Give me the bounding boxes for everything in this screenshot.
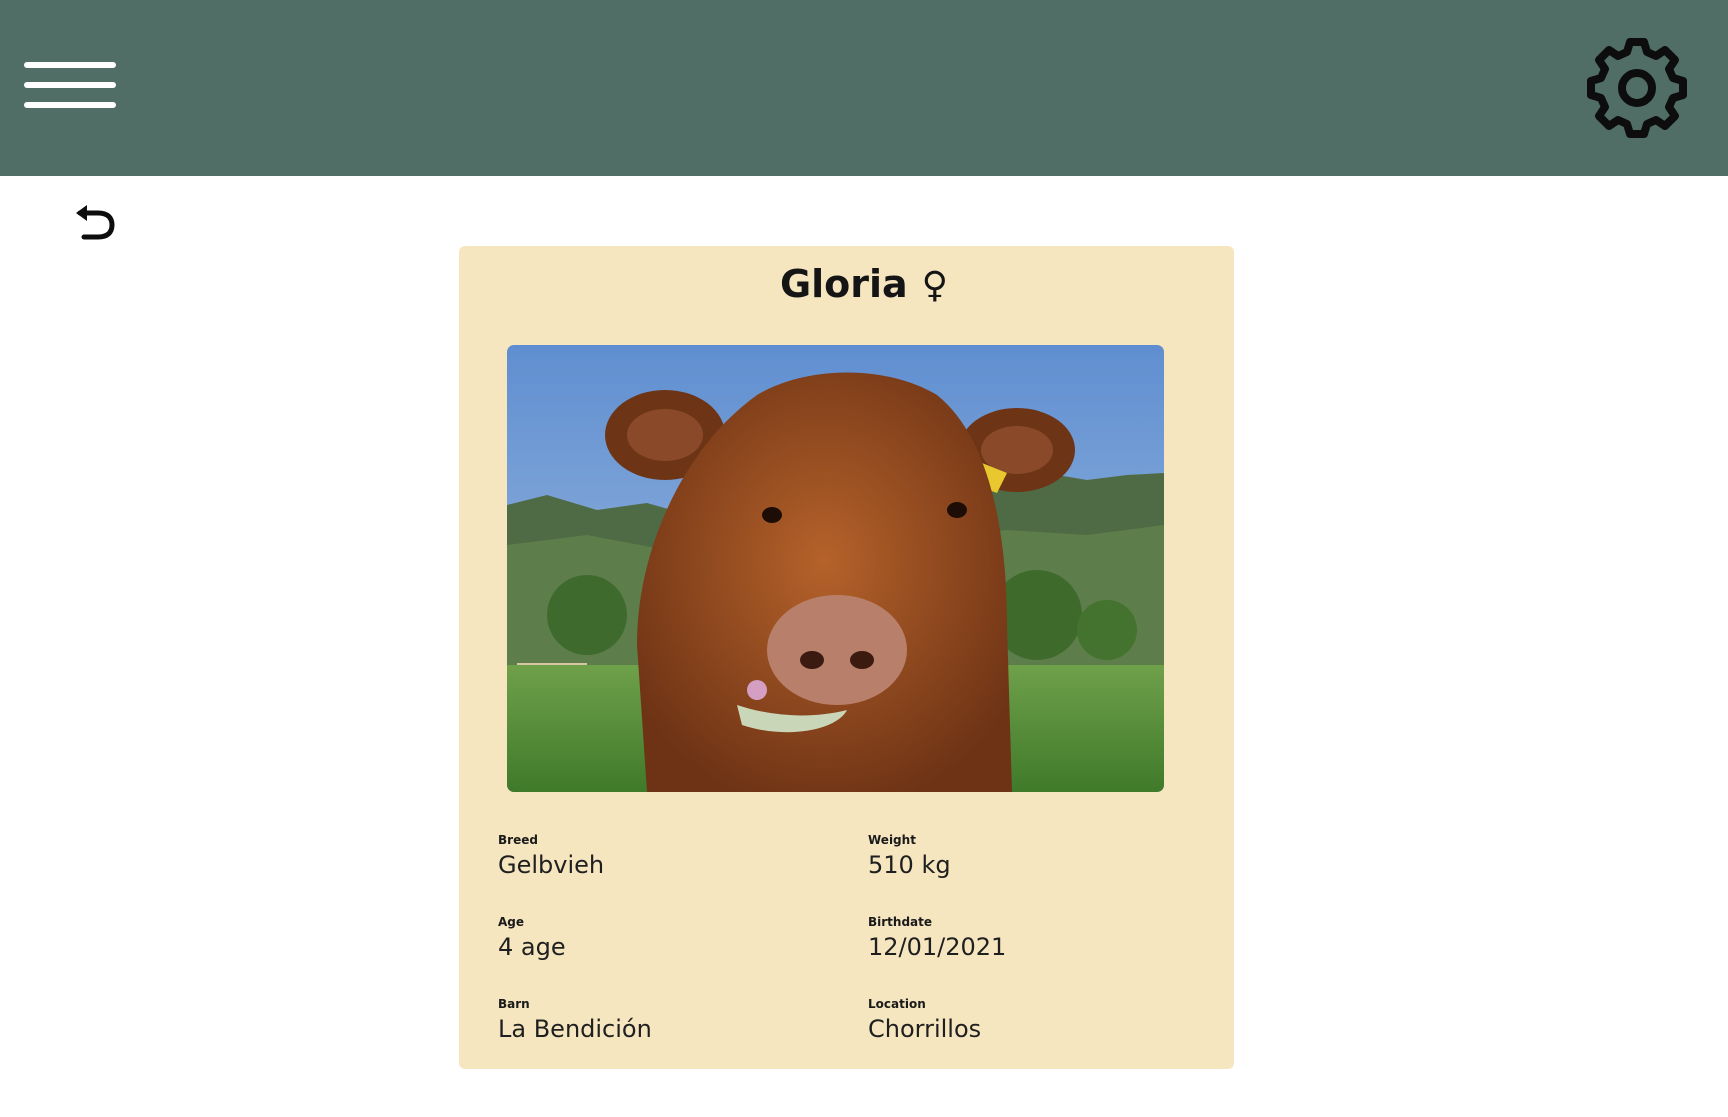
barn-value: La Bendición: [498, 1015, 652, 1043]
breed-value: Gelbvieh: [498, 851, 605, 879]
animal-name: Gloria: [779, 262, 908, 306]
breed-label: Breed: [498, 833, 538, 847]
age-field: Age 4 age: [498, 914, 818, 962]
animal-title: Gloria ♀: [0, 262, 1728, 306]
barn-label: Barn: [498, 997, 530, 1011]
location-value: Chorrillos: [868, 1015, 982, 1043]
breed-field: Breed Gelbvieh: [498, 832, 818, 880]
location-field: Location Chorrillos: [868, 996, 1188, 1044]
weight-value: 510 kg: [868, 851, 951, 879]
weight-label: Weight: [868, 833, 916, 847]
undo-arrow-icon[interactable]: [72, 203, 118, 243]
age-label: Age: [498, 915, 525, 929]
hamburger-menu-icon[interactable]: [22, 58, 118, 120]
birthdate-value: 12/01/2021: [868, 933, 1007, 961]
animal-photo: [507, 345, 1164, 792]
birthdate-field: Birthdate 12/01/2021: [868, 914, 1188, 962]
birthdate-label: Birthdate: [868, 915, 933, 929]
barn-field: Barn La Bendición: [498, 996, 818, 1044]
top-bar: [0, 0, 1728, 176]
location-label: Location: [868, 997, 926, 1011]
female-gender-icon: ♀: [921, 265, 949, 306]
weight-field: Weight 510 kg: [868, 832, 1188, 880]
gear-icon[interactable]: [1584, 35, 1690, 141]
age-value: 4 age: [498, 933, 566, 961]
